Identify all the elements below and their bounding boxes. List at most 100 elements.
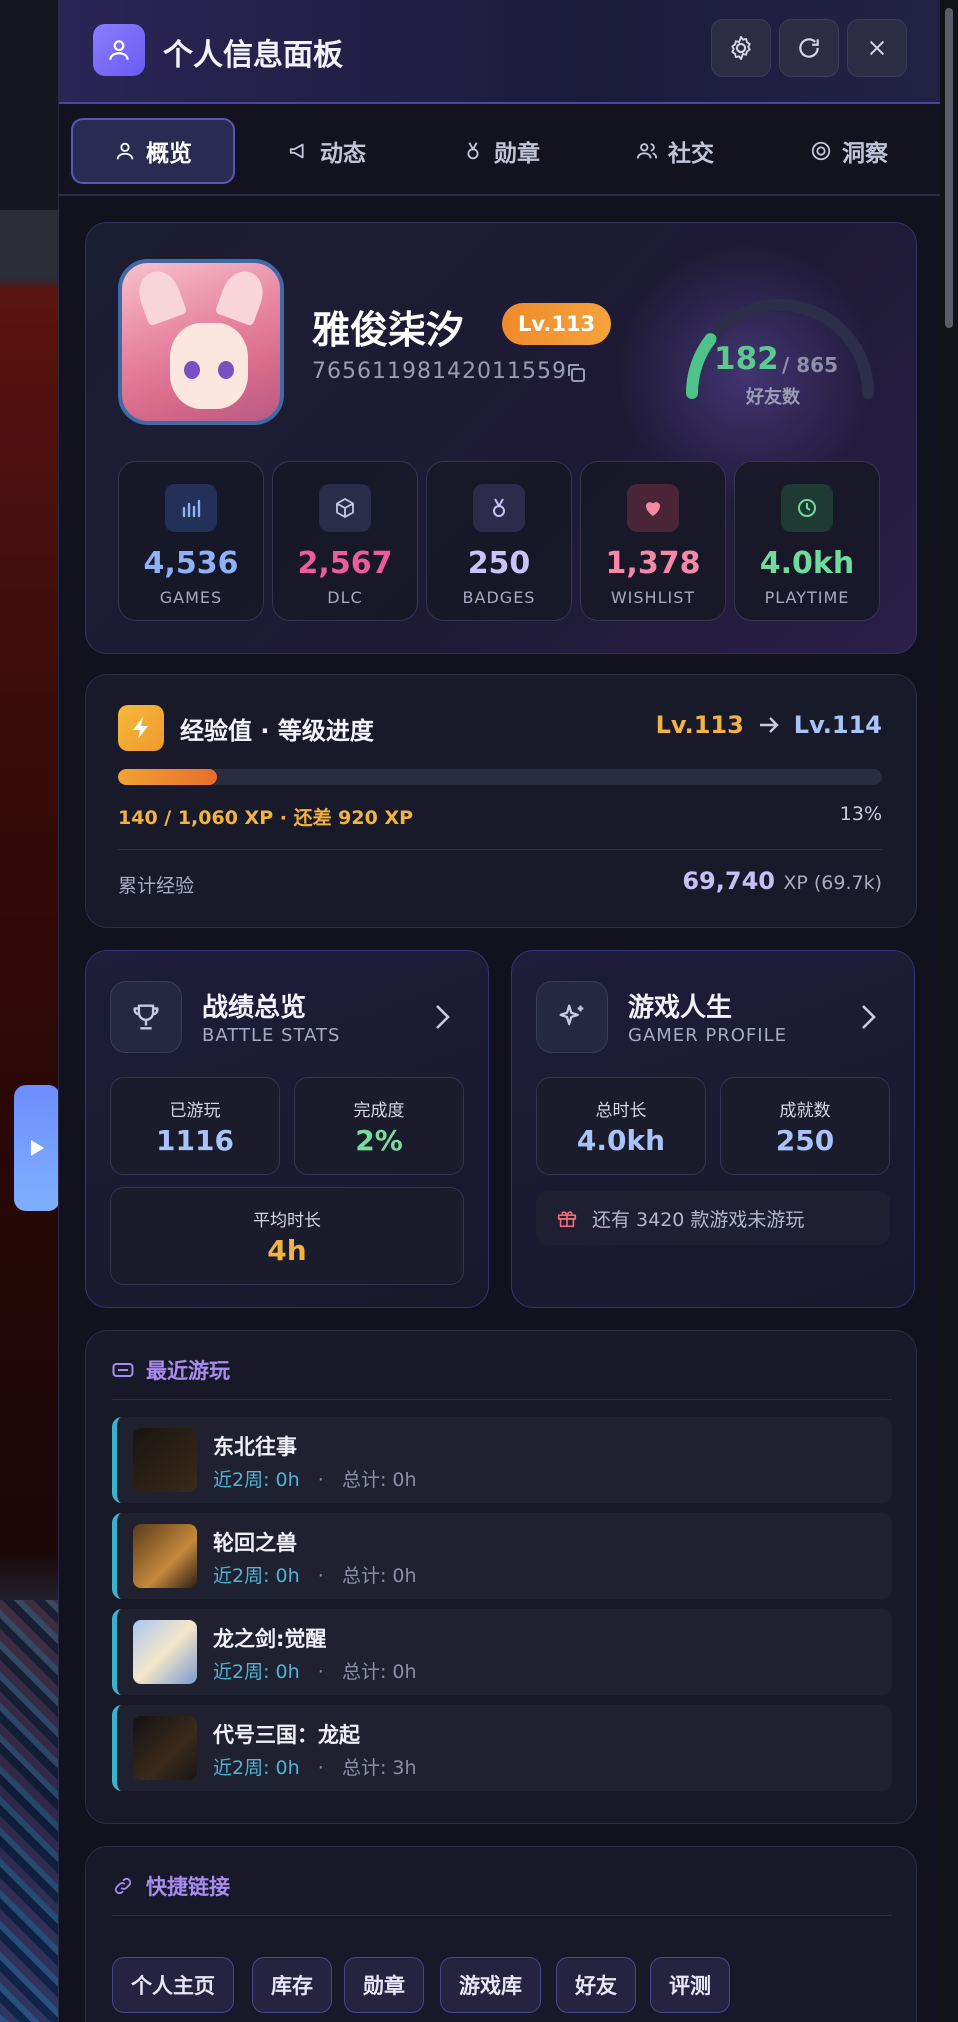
steam-id: 76561198142011559: [312, 359, 567, 384]
scrollbar[interactable]: [940, 0, 958, 2022]
game-playtime: 近2周: 0h · 总计: 0h: [213, 1661, 417, 1683]
game-name: 代号三国：龙起: [213, 1723, 360, 1747]
profile-card: 雅俊柒汐 Lv.113 76561198142011559 182 / 865 …: [85, 222, 917, 654]
stat-label: 已游玩: [169, 1101, 221, 1121]
card-subtitle: GAMER PROFILE: [628, 1025, 787, 1046]
game-thumbnail: [133, 1716, 197, 1780]
panel-title: 个人信息面板: [163, 38, 343, 73]
game-playtime: 近2周: 0h · 总计: 3h: [213, 1757, 417, 1779]
target-icon: [811, 141, 831, 161]
stat-label: 成就数: [779, 1101, 831, 1121]
tab-overview[interactable]: 概览: [71, 118, 235, 184]
heart-icon: [627, 484, 679, 532]
stat-label: 完成度: [353, 1101, 405, 1121]
total-xp-number: 69,740: [682, 867, 775, 895]
xp-progress-fill: [118, 769, 218, 785]
game-thumbnail: [133, 1524, 197, 1588]
game-playtime: 近2周: 0h · 总计: 0h: [213, 1565, 417, 1587]
tab-label: 勋章: [494, 141, 540, 167]
panel-header: 个人信息面板: [59, 0, 940, 104]
stat-completion: 完成度 2%: [294, 1077, 464, 1175]
tab-badges[interactable]: 勋章: [419, 118, 583, 184]
medal-icon: [473, 484, 525, 532]
settings-button[interactable]: [711, 19, 771, 77]
gift-icon: [557, 1211, 577, 1228]
current-level: Lv.113: [655, 711, 744, 739]
stat-games[interactable]: 4,536 GAMES: [118, 461, 264, 621]
list-item[interactable]: 龙之剑:觉醒 近2周: 0h · 总计: 0h: [112, 1609, 892, 1695]
section-title: 最近游玩: [112, 1355, 230, 1385]
card-subtitle: BATTLE STATS: [202, 1025, 341, 1046]
game-name: 东北往事: [213, 1435, 297, 1459]
stat-played: 已游玩 1116: [110, 1077, 280, 1175]
refresh-icon: [799, 38, 819, 58]
user-icon: [93, 24, 145, 76]
link-inventory[interactable]: 库存: [252, 1957, 332, 2013]
username: 雅俊柒汐: [312, 308, 465, 352]
xp-card: 经验值 · 等级进度 Lv.113 Lv.114 140 / 1,060 XP …: [85, 674, 917, 928]
copy-icon[interactable]: [564, 361, 588, 389]
list-item[interactable]: 东北往事 近2周: 0h · 总计: 0h: [112, 1417, 892, 1503]
expand-panel-button[interactable]: [14, 1085, 60, 1211]
stat-label: DLC: [327, 588, 363, 607]
profile-panel: 个人信息面板 概览 动态 勋章 社交 洞察 雅俊柒汐 Lv.113 765611…: [58, 0, 940, 2022]
stat-playtime[interactable]: 4.0kh PLAYTIME: [734, 461, 880, 621]
refresh-button[interactable]: [779, 19, 839, 77]
tab-label: 洞察: [842, 141, 888, 167]
stat-value: 4.0kh: [759, 546, 855, 581]
close-icon: [869, 40, 885, 56]
link-badges[interactable]: 勋章: [344, 1957, 424, 2013]
game-thumbnail: [133, 1620, 197, 1684]
section-title-text: 最近游玩: [146, 1359, 230, 1383]
close-button[interactable]: [847, 19, 907, 77]
gamer-profile-card[interactable]: 游戏人生 GAMER PROFILE 总时长 4.0kh 成就数 250 还有 …: [511, 950, 915, 1308]
stat-achievements: 成就数 250: [720, 1077, 890, 1175]
sparkle-icon: [536, 981, 608, 1053]
chart-icon: [165, 484, 217, 532]
ticket-icon: [112, 1363, 134, 1377]
divider: [112, 1399, 892, 1400]
arrow-right-icon: [759, 717, 779, 733]
list-item[interactable]: 代号三国：龙起 近2周: 0h · 总计: 3h: [112, 1705, 892, 1791]
level-badge: Lv.113: [502, 303, 612, 345]
quick-links-card: 快捷链接 个人主页 库存 勋章 游戏库 好友 评测: [85, 1846, 917, 2022]
game-name: 轮回之兽: [213, 1531, 297, 1555]
stat-label: 平均时长: [253, 1211, 321, 1231]
scrollbar-thumb[interactable]: [945, 8, 953, 328]
stat-label: BADGES: [462, 588, 536, 607]
gear-icon: [731, 35, 751, 61]
unplayed-notice: 还有 3420 款游戏未游玩: [536, 1191, 890, 1245]
link-profile[interactable]: 个人主页: [112, 1957, 234, 2013]
trophy-icon: [110, 981, 182, 1053]
user-icon: [116, 142, 134, 160]
tab-bar: 概览 动态 勋章 社交 洞察: [59, 106, 940, 196]
stat-dlc[interactable]: 2,567 DLC: [272, 461, 418, 621]
medal-icon: [467, 142, 479, 160]
friends-count: 182: [714, 341, 779, 377]
tab-label: 社交: [668, 141, 714, 167]
level-progression: Lv.113 Lv.114: [656, 711, 882, 739]
stat-label: 总时长: [595, 1101, 647, 1121]
divider: [118, 849, 882, 850]
stat-avg-time: 平均时长 4h: [110, 1187, 464, 1285]
stat-wishlist[interactable]: 1,378 WISHLIST: [580, 461, 726, 621]
avatar[interactable]: [118, 259, 284, 425]
battle-stats-card[interactable]: 战绩总览 BATTLE STATS 已游玩 1116 完成度 2% 平均时长 4…: [85, 950, 489, 1308]
link-reviews[interactable]: 评测: [650, 1957, 730, 2013]
stat-label: GAMES: [159, 588, 223, 607]
divider: [112, 1915, 892, 1916]
tab-social[interactable]: 社交: [593, 118, 757, 184]
stat-badges[interactable]: 250 BADGES: [426, 461, 572, 621]
tab-activity[interactable]: 动态: [245, 118, 409, 184]
tab-insights[interactable]: 洞察: [767, 118, 931, 184]
list-item[interactable]: 轮回之兽 近2周: 0h · 总计: 0h: [112, 1513, 892, 1599]
xp-title: 经验值 · 等级进度: [180, 717, 374, 745]
clock-icon: [781, 484, 833, 532]
tab-label: 概览: [146, 141, 192, 167]
card-title: 战绩总览: [202, 993, 307, 1023]
stat-value: 4,536: [143, 546, 239, 581]
link-friends[interactable]: 好友: [556, 1957, 636, 2013]
link-library[interactable]: 游戏库: [440, 1957, 541, 2013]
total-xp-suffix: XP (69.7k): [783, 872, 882, 894]
friends-label: 好友数: [746, 387, 800, 408]
